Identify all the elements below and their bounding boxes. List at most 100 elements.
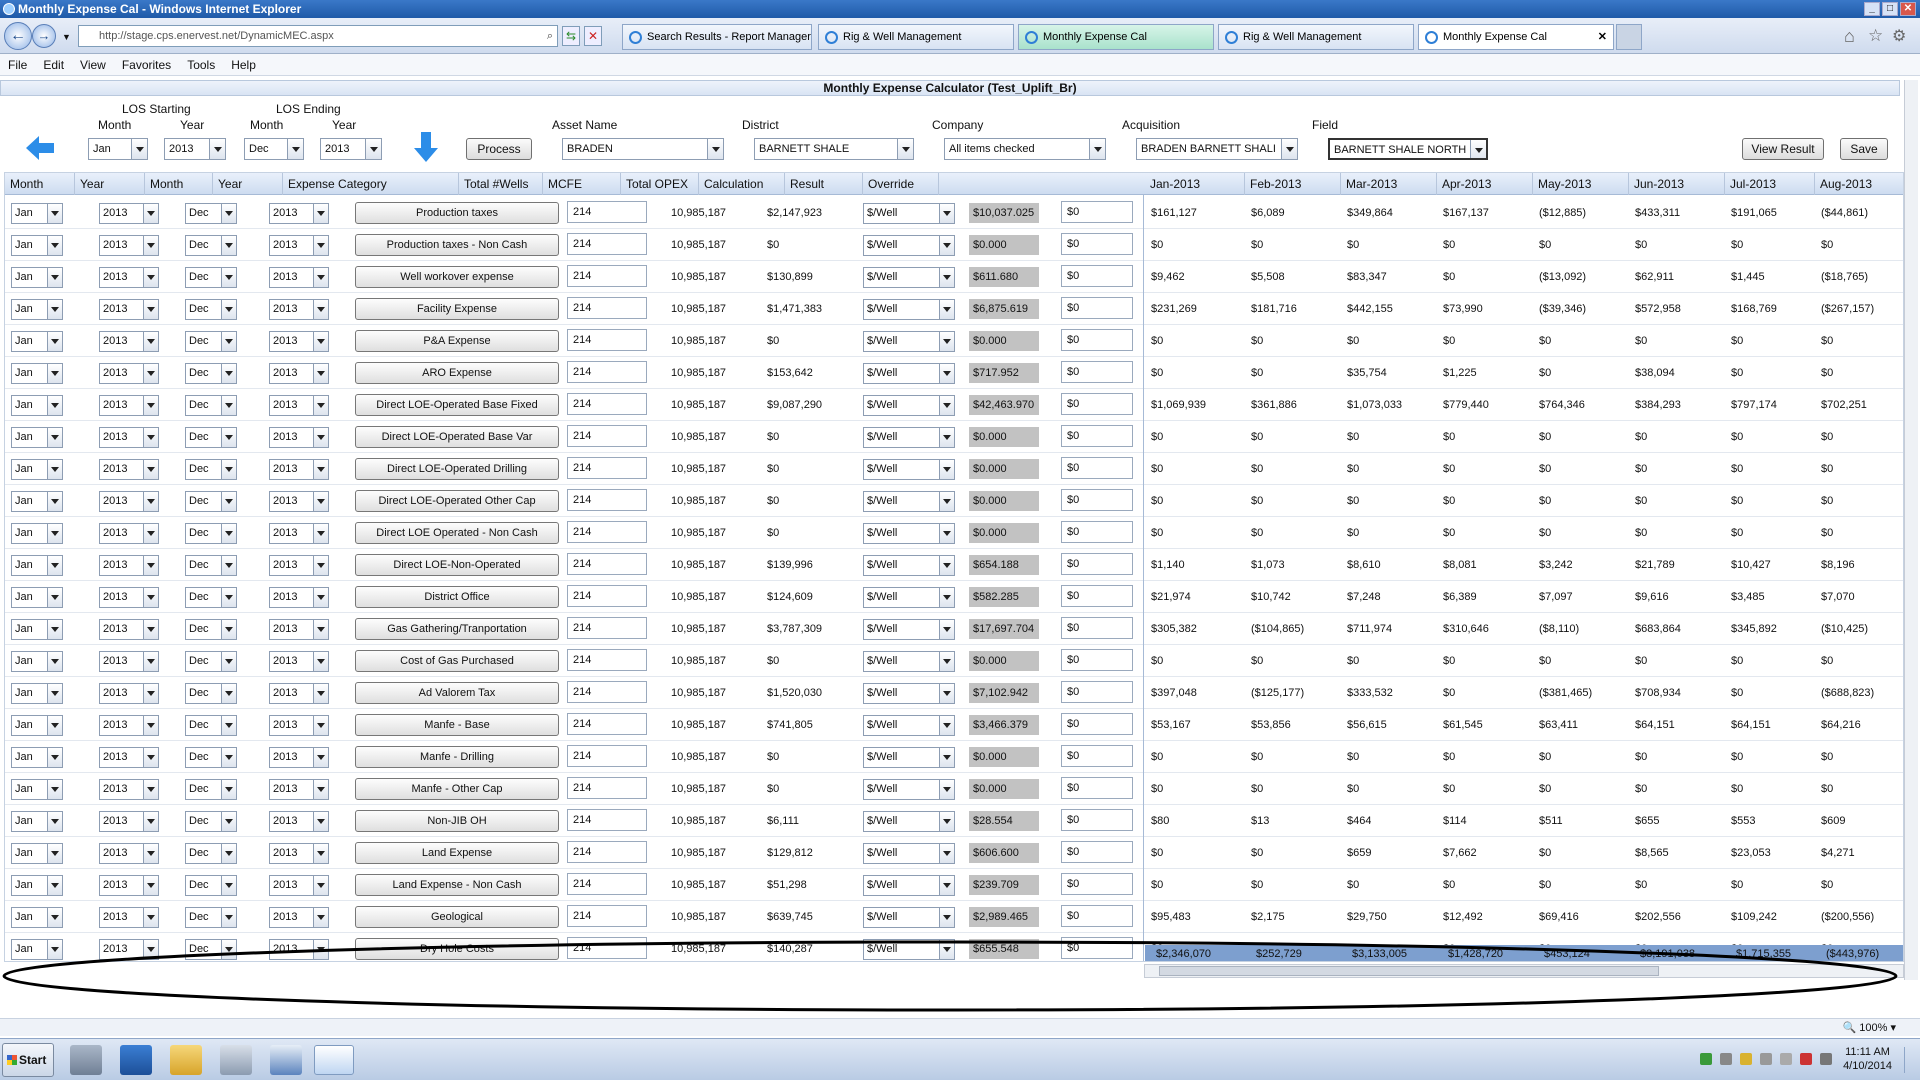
column-header[interactable]: Year [213, 173, 283, 195]
expense-category-button[interactable]: Gas Gathering/Tranportation [355, 618, 559, 640]
row-end-year-select[interactable]: 2013 [269, 459, 329, 480]
override-input[interactable]: $0 [1061, 873, 1133, 895]
row-start-year-select[interactable]: 2013 [99, 651, 159, 672]
total-wells-input[interactable]: 214 [567, 713, 647, 735]
calculation-select[interactable]: $/Well [863, 363, 955, 384]
menu-file[interactable]: File [8, 58, 27, 72]
calculation-select[interactable]: $/Well [863, 587, 955, 608]
menu-view[interactable]: View [80, 58, 106, 72]
row-end-year-select[interactable]: 2013 [269, 907, 329, 928]
expense-category-button[interactable]: Dry Hole Costs [355, 938, 559, 960]
calculation-select[interactable]: $/Well [863, 267, 955, 288]
row-end-month-select[interactable]: Dec [185, 363, 237, 384]
override-input[interactable]: $0 [1061, 937, 1133, 959]
start-year-select[interactable]: 2013 [164, 138, 226, 160]
row-end-month-select[interactable]: Dec [185, 459, 237, 480]
row-end-year-select[interactable]: 2013 [269, 811, 329, 832]
row-end-month-select[interactable]: Dec [185, 587, 237, 608]
expense-category-button[interactable]: Manfe - Other Cap [355, 778, 559, 800]
override-input[interactable]: $0 [1061, 265, 1133, 287]
row-start-year-select[interactable]: 2013 [99, 267, 159, 288]
override-input[interactable]: $0 [1061, 457, 1133, 479]
row-start-month-select[interactable]: Jan [11, 331, 63, 352]
total-wells-input[interactable]: 214 [567, 265, 647, 287]
override-input[interactable]: $0 [1061, 297, 1133, 319]
row-start-month-select[interactable]: Jan [11, 875, 63, 896]
total-wells-input[interactable]: 214 [567, 617, 647, 639]
calculation-select[interactable]: $/Well [863, 939, 955, 960]
action-center-icon[interactable] [1780, 1053, 1792, 1065]
total-wells-input[interactable]: 214 [567, 873, 647, 895]
row-start-year-select[interactable]: 2013 [99, 587, 159, 608]
expense-category-button[interactable]: Direct LOE-Operated Other Cap [355, 490, 559, 512]
home-icon[interactable]: ⌂ [1844, 26, 1855, 47]
row-start-month-select[interactable]: Jan [11, 299, 63, 320]
expense-category-button[interactable]: Direct LOE-Operated Drilling [355, 458, 559, 480]
field-select[interactable]: BARNETT SHALE NORTH [1328, 138, 1488, 160]
override-input[interactable]: $0 [1061, 809, 1133, 831]
row-end-month-select[interactable]: Dec [185, 907, 237, 928]
expense-category-button[interactable]: Manfe - Base [355, 714, 559, 736]
horizontal-scrollbar[interactable] [1144, 964, 1904, 978]
row-end-month-select[interactable]: Dec [185, 491, 237, 512]
override-input[interactable]: $0 [1061, 713, 1133, 735]
row-end-year-select[interactable]: 2013 [269, 267, 329, 288]
row-end-month-select[interactable]: Dec [185, 747, 237, 768]
menu-favorites[interactable]: Favorites [122, 58, 171, 72]
row-end-year-select[interactable]: 2013 [269, 235, 329, 256]
row-start-year-select[interactable]: 2013 [99, 555, 159, 576]
expense-category-button[interactable]: Direct LOE-Operated Base Fixed [355, 394, 559, 416]
override-input[interactable]: $0 [1061, 425, 1133, 447]
row-end-month-select[interactable]: Dec [185, 555, 237, 576]
row-start-year-select[interactable]: 2013 [99, 811, 159, 832]
calculation-select[interactable]: $/Well [863, 235, 955, 256]
calculation-select[interactable]: $/Well [863, 523, 955, 544]
row-start-month-select[interactable]: Jan [11, 907, 63, 928]
scrollbar-thumb[interactable] [1159, 966, 1659, 976]
district-select[interactable]: BARNETT SHALE [754, 138, 914, 160]
expense-category-button[interactable]: ARO Expense [355, 362, 559, 384]
row-end-year-select[interactable]: 2013 [269, 715, 329, 736]
row-end-month-select[interactable]: Dec [185, 779, 237, 800]
calculation-select[interactable]: $/Well [863, 427, 955, 448]
start-button[interactable]: Start [2, 1043, 54, 1077]
vertical-scrollbar[interactable] [1904, 80, 1918, 980]
column-header[interactable]: Aug-2013 [1815, 173, 1903, 195]
zoom-level[interactable]: 🔍 100% ▾ [1843, 1019, 1896, 1037]
calculation-select[interactable]: $/Well [863, 843, 955, 864]
tab-monthly-expense-cal-active[interactable]: Monthly Expense Cal ✕ [1418, 24, 1614, 50]
calculation-select[interactable]: $/Well [863, 459, 955, 480]
row-start-month-select[interactable]: Jan [11, 363, 63, 384]
row-end-month-select[interactable]: Dec [185, 875, 237, 896]
total-wells-input[interactable]: 214 [567, 361, 647, 383]
row-start-month-select[interactable]: Jan [11, 715, 63, 736]
expense-category-button[interactable]: Geological [355, 906, 559, 928]
row-end-year-select[interactable]: 2013 [269, 299, 329, 320]
total-wells-input[interactable]: 214 [567, 841, 647, 863]
calculation-select[interactable]: $/Well [863, 651, 955, 672]
row-start-month-select[interactable]: Jan [11, 523, 63, 544]
folder-icon[interactable] [170, 1045, 202, 1075]
row-start-year-select[interactable]: 2013 [99, 907, 159, 928]
row-end-month-select[interactable]: Dec [185, 235, 237, 256]
total-wells-input[interactable]: 214 [567, 425, 647, 447]
expense-category-button[interactable]: P&A Expense [355, 330, 559, 352]
row-start-month-select[interactable]: Jan [11, 811, 63, 832]
row-start-month-select[interactable]: Jan [11, 555, 63, 576]
system-clock[interactable]: 11:11 AM 4/10/2014 [1843, 1045, 1892, 1073]
row-start-year-select[interactable]: 2013 [99, 395, 159, 416]
row-start-month-select[interactable]: Jan [11, 843, 63, 864]
calculation-select[interactable]: $/Well [863, 555, 955, 576]
expense-category-button[interactable]: Land Expense [355, 842, 559, 864]
row-end-year-select[interactable]: 2013 [269, 747, 329, 768]
row-start-month-select[interactable]: Jan [11, 491, 63, 512]
calculation-select[interactable]: $/Well [863, 779, 955, 800]
row-start-year-select[interactable]: 2013 [99, 491, 159, 512]
calculation-select[interactable]: $/Well [863, 395, 955, 416]
row-end-month-select[interactable]: Dec [185, 299, 237, 320]
server-manager-icon[interactable] [70, 1045, 102, 1075]
close-tab-icon[interactable]: ✕ [1598, 25, 1607, 49]
override-input[interactable]: $0 [1061, 233, 1133, 255]
row-end-year-select[interactable]: 2013 [269, 651, 329, 672]
total-wells-input[interactable]: 214 [567, 521, 647, 543]
